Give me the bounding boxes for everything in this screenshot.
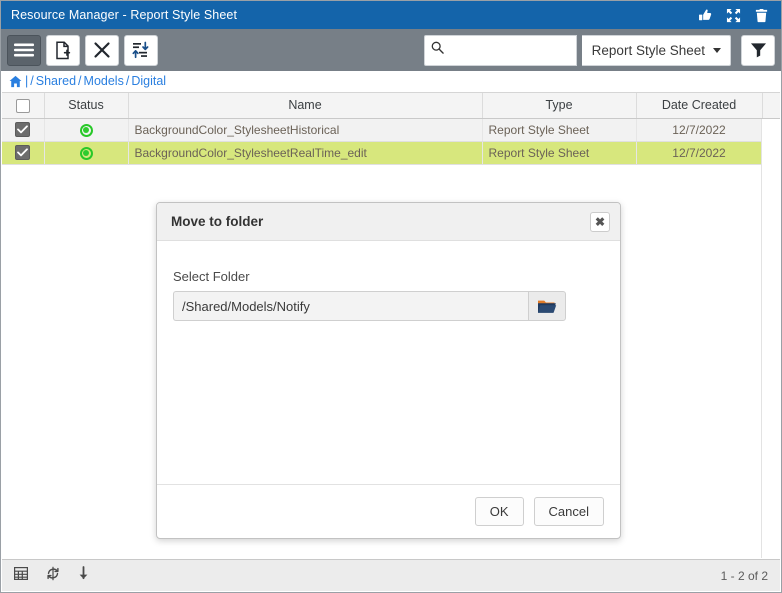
breadcrumb-item-shared[interactable]: Shared [36, 74, 76, 88]
dialog-body: Select Folder [157, 241, 620, 484]
close-button[interactable] [85, 34, 119, 66]
breadcrumb-separator-1: / [78, 74, 82, 88]
status-active-icon [79, 123, 93, 137]
resource-manager-window: Resource Manager - Report Style Sheet Re… [0, 0, 782, 593]
breadcrumb-separator-2: / [125, 74, 130, 88]
search-box[interactable] [423, 34, 577, 66]
select-folder-field-row [173, 291, 604, 321]
sort-button[interactable] [124, 34, 158, 66]
row-checkbox[interactable] [15, 145, 31, 161]
select-all-checkbox[interactable] [15, 98, 30, 113]
refresh-icon[interactable] [46, 566, 60, 586]
table-row[interactable]: BackgroundColor_StylesheetHistorical Rep… [2, 118, 780, 142]
type-filter-dropdown[interactable]: Report Style Sheet [581, 34, 731, 66]
select-folder-label: Select Folder [173, 269, 250, 284]
column-header-type[interactable]: Type [482, 93, 637, 119]
window-title: Resource Manager - Report Style Sheet [11, 8, 238, 22]
search-icon [431, 41, 444, 59]
row-checkbox[interactable] [15, 122, 31, 138]
table-row[interactable]: BackgroundColor_StylesheetRealTime_edit … [2, 141, 780, 165]
row-name-cell[interactable]: BackgroundColor_StylesheetRealTime_edit [128, 141, 483, 165]
resource-table: Status Name Type Date Created Background… [2, 93, 780, 165]
dialog-header: Move to folder ✖ [157, 203, 620, 241]
filter-button[interactable] [741, 34, 775, 66]
maximize-icon[interactable] [726, 8, 741, 23]
row-name-cell[interactable]: BackgroundColor_StylesheetHistorical [128, 118, 483, 142]
search-input[interactable] [443, 42, 570, 58]
main-toolbar: Report Style Sheet [1, 29, 781, 71]
table-vertical-scrollbar[interactable] [761, 119, 780, 558]
type-filter-label: Report Style Sheet [591, 42, 705, 58]
breadcrumb-item-models[interactable]: Models [84, 74, 124, 88]
grid-view-icon[interactable] [13, 566, 29, 585]
row-type-cell: Report Style Sheet [482, 141, 637, 165]
ok-button[interactable]: OK [474, 497, 524, 526]
move-to-folder-dialog: Move to folder ✖ Select Folder OK Cancel [156, 202, 621, 539]
chevron-down-icon [713, 47, 721, 53]
cancel-button[interactable]: Cancel [533, 497, 604, 526]
row-checkbox-cell [2, 141, 45, 165]
column-header-spacer [762, 93, 780, 119]
breadcrumb-separator-0: / [30, 74, 34, 88]
row-checkbox-cell [2, 118, 45, 142]
status-bar-icons [13, 565, 89, 586]
browse-folder-button[interactable] [528, 291, 566, 321]
column-header-status[interactable]: Status [44, 93, 129, 119]
home-icon[interactable] [9, 75, 22, 88]
window-title-icons [698, 8, 773, 23]
row-date-cell: 12/7/2022 [636, 141, 763, 165]
row-type-cell: Report Style Sheet [482, 118, 637, 142]
column-header-date-created[interactable]: Date Created [636, 93, 763, 119]
table-body: BackgroundColor_StylesheetHistorical Rep… [2, 118, 780, 165]
window-title-bar: Resource Manager - Report Style Sheet [1, 1, 781, 29]
row-status-cell [44, 118, 129, 142]
download-icon[interactable] [78, 565, 89, 586]
hamburger-menu-button[interactable] [7, 34, 41, 66]
new-document-button[interactable] [46, 34, 80, 66]
table-header: Status Name Type Date Created [2, 93, 780, 119]
record-count-label: 1 - 2 of 2 [720, 568, 768, 583]
dialog-footer: OK Cancel [157, 484, 620, 538]
trash-icon[interactable] [754, 8, 769, 23]
status-active-icon [79, 146, 93, 160]
table-header-row: Status Name Type Date Created [2, 93, 780, 119]
column-header-select-all [2, 93, 45, 119]
breadcrumb-item-digital[interactable]: Digital [131, 74, 166, 88]
thumbs-up-icon[interactable] [698, 8, 713, 23]
dialog-title: Move to folder [171, 214, 264, 229]
row-date-cell: 12/7/2022 [636, 118, 763, 142]
breadcrumb-pipe: | [25, 74, 29, 88]
folder-path-input[interactable] [173, 291, 528, 321]
column-header-name[interactable]: Name [128, 93, 483, 119]
status-bar: 1 - 2 of 2 [2, 559, 780, 591]
dialog-close-button[interactable]: ✖ [590, 211, 610, 232]
breadcrumb: | / Shared / Models / Digital [1, 71, 781, 92]
row-status-cell [44, 141, 129, 165]
